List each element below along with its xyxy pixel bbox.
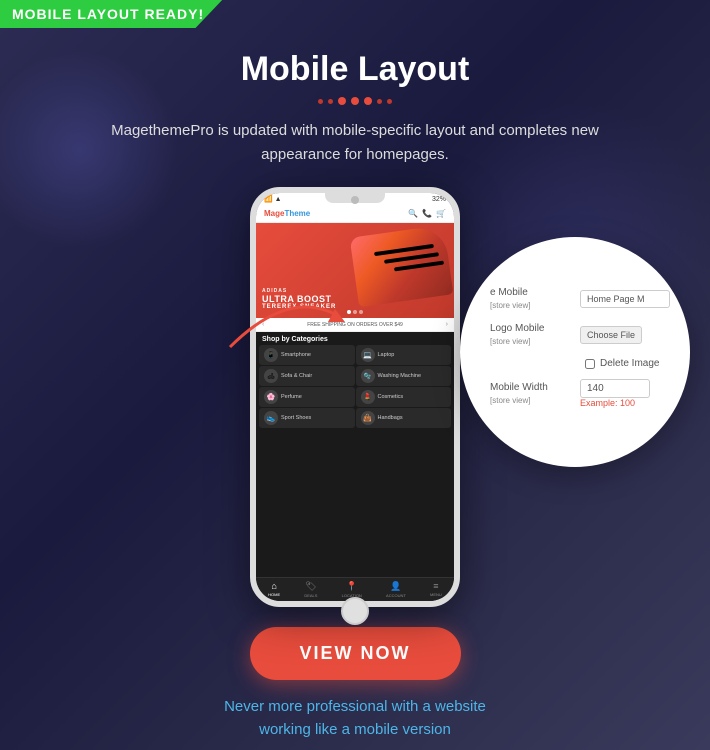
width-example: Example: 100 bbox=[580, 398, 650, 408]
list-item: 👜 Handbags bbox=[356, 408, 452, 428]
page-container: Mobile Layout MagethemePro is updated wi… bbox=[0, 0, 710, 750]
label-store-view-2: [store view] bbox=[490, 337, 530, 346]
settings-panel: e Mobile [store view] Logo Mobile [store… bbox=[460, 237, 690, 467]
cat-name-cosmetics: Cosmetics bbox=[378, 394, 404, 400]
phone-header-icons: 🔍 📞 🛒 bbox=[408, 209, 446, 218]
account-icon: 👤 bbox=[390, 581, 401, 592]
cat-name-handbags: Handbags bbox=[378, 415, 403, 421]
phone-header: MageTheme 🔍 📞 🛒 bbox=[256, 205, 454, 223]
dot-6 bbox=[377, 99, 382, 104]
delete-image-checkbox[interactable] bbox=[585, 359, 595, 369]
cat-icon-perfume: 🌸 bbox=[264, 390, 278, 404]
label-width-text: Mobile Width bbox=[490, 382, 548, 393]
dot-divider bbox=[95, 97, 615, 105]
label-logo-text: Logo Mobile bbox=[490, 323, 544, 334]
badge-label: MOBILE LAYOUT READY! bbox=[12, 6, 204, 22]
deals-icon: 🏷 bbox=[305, 581, 316, 592]
nav-label-deals: DEALS bbox=[304, 593, 317, 598]
dot-4 bbox=[351, 97, 359, 105]
view-now-button[interactable]: VIEW NOW bbox=[250, 627, 461, 680]
nav-item-account: 👤 ACCOUNT bbox=[386, 581, 406, 598]
mobile-ready-badge: MOBILE LAYOUT READY! bbox=[0, 0, 222, 28]
cat-icon-handbags: 👜 bbox=[361, 411, 375, 425]
main-content: 📶 ▲ 14:01 32% MageTheme 🔍 📞 🛒 bbox=[0, 177, 710, 607]
location-icon: 📍 bbox=[346, 581, 357, 592]
page-subtitle: MagethemePro is updated with mobile-spec… bbox=[95, 119, 615, 167]
phone-body: 📶 ▲ 14:01 32% MageTheme 🔍 📞 🛒 bbox=[250, 187, 460, 607]
nav-label-menu: MENU bbox=[430, 592, 442, 597]
phone-logo: MageTheme bbox=[264, 209, 310, 218]
shipping-arrow-right: › bbox=[446, 321, 448, 328]
choose-file-button[interactable]: Choose File bbox=[580, 326, 642, 344]
label-homepage-text: e Mobile bbox=[490, 287, 528, 298]
list-item: 🛋 Sofa & Chair bbox=[259, 366, 355, 386]
status-battery: 32% bbox=[432, 196, 446, 203]
homepage-input[interactable] bbox=[580, 290, 670, 308]
dot-2 bbox=[328, 99, 333, 104]
list-item: 💄 Cosmetics bbox=[356, 387, 452, 407]
label-store-view-3: [store view] bbox=[490, 396, 530, 405]
phone-home-button bbox=[341, 597, 369, 625]
list-item: 💻 Laptop bbox=[356, 345, 452, 365]
nav-item-home: ⌂ HOME bbox=[268, 581, 280, 598]
cat-name-washing: Washing Machine bbox=[378, 373, 422, 379]
dot-1 bbox=[318, 99, 323, 104]
nav-item-deals: 🏷 DEALS bbox=[304, 581, 317, 598]
cat-icon-laptop: 💻 bbox=[361, 348, 375, 362]
cat-name-sofa: Sofa & Chair bbox=[281, 373, 312, 379]
nav-label-home: HOME bbox=[268, 592, 280, 597]
delete-image-label: Delete Image bbox=[600, 358, 659, 369]
search-icon: 🔍 bbox=[408, 209, 418, 218]
settings-label-logo: Logo Mobile [store view] bbox=[490, 322, 580, 348]
page-title: Mobile Layout bbox=[95, 50, 615, 89]
phone-icon: 📞 bbox=[422, 209, 432, 218]
list-item: 🫧 Washing Machine bbox=[356, 366, 452, 386]
nav-item-location: 📍 LOCATION bbox=[342, 581, 362, 598]
cat-name-perfume: Perfume bbox=[281, 394, 302, 400]
settings-row-homepage: e Mobile [store view] bbox=[490, 286, 680, 312]
width-input-group: Example: 100 bbox=[580, 379, 650, 408]
dot-7 bbox=[387, 99, 392, 104]
categories-section: Shop by Categories 📱 Smartphone 💻 Laptop bbox=[256, 332, 454, 577]
footer-text: Never more professional with a websitewo… bbox=[224, 696, 486, 741]
cat-icon-cosmetics: 💄 bbox=[361, 390, 375, 404]
phone-screen: 📶 ▲ 14:01 32% MageTheme 🔍 📞 🛒 bbox=[256, 193, 454, 601]
home-icon: ⌂ bbox=[271, 581, 276, 591]
dot-3 bbox=[338, 97, 346, 105]
logo-red: Mage bbox=[264, 209, 284, 218]
settings-label-homepage: e Mobile [store view] bbox=[490, 286, 580, 312]
cat-icon-washing: 🫧 bbox=[361, 369, 375, 383]
settings-row-width: Mobile Width [store view] Example: 100 bbox=[490, 379, 680, 408]
phone-camera bbox=[351, 196, 359, 204]
nav-label-account: ACCOUNT bbox=[386, 593, 406, 598]
settings-row-logo: Logo Mobile [store view] Choose File bbox=[490, 322, 680, 348]
list-item: 👟 Sport Shoes bbox=[259, 408, 355, 428]
arrow-graphic bbox=[210, 267, 360, 367]
menu-icon: ≡ bbox=[433, 581, 438, 591]
settings-label-width: Mobile Width [store view] bbox=[490, 381, 580, 407]
label-store-view-1: [store view] bbox=[490, 301, 530, 310]
file-input-row: Choose File bbox=[580, 326, 642, 344]
mobile-width-input[interactable] bbox=[580, 379, 650, 398]
settings-row-delete: Delete Image bbox=[490, 358, 680, 369]
dot-5 bbox=[364, 97, 372, 105]
status-bar-left: 📶 ▲ bbox=[264, 195, 282, 203]
list-item: 🌸 Perfume bbox=[259, 387, 355, 407]
cart-icon: 🛒 bbox=[436, 209, 446, 218]
cat-icon-sport: 👟 bbox=[264, 411, 278, 425]
phone-mockup: 📶 ▲ 14:01 32% MageTheme 🔍 📞 🛒 bbox=[250, 187, 460, 607]
cat-name-sport: Sport Shoes bbox=[281, 415, 311, 421]
nav-item-menu: ≡ MENU bbox=[430, 581, 442, 598]
cat-icon-sofa: 🛋 bbox=[264, 369, 278, 383]
logo-blue: Theme bbox=[284, 209, 310, 218]
cat-name-laptop: Laptop bbox=[378, 352, 395, 358]
